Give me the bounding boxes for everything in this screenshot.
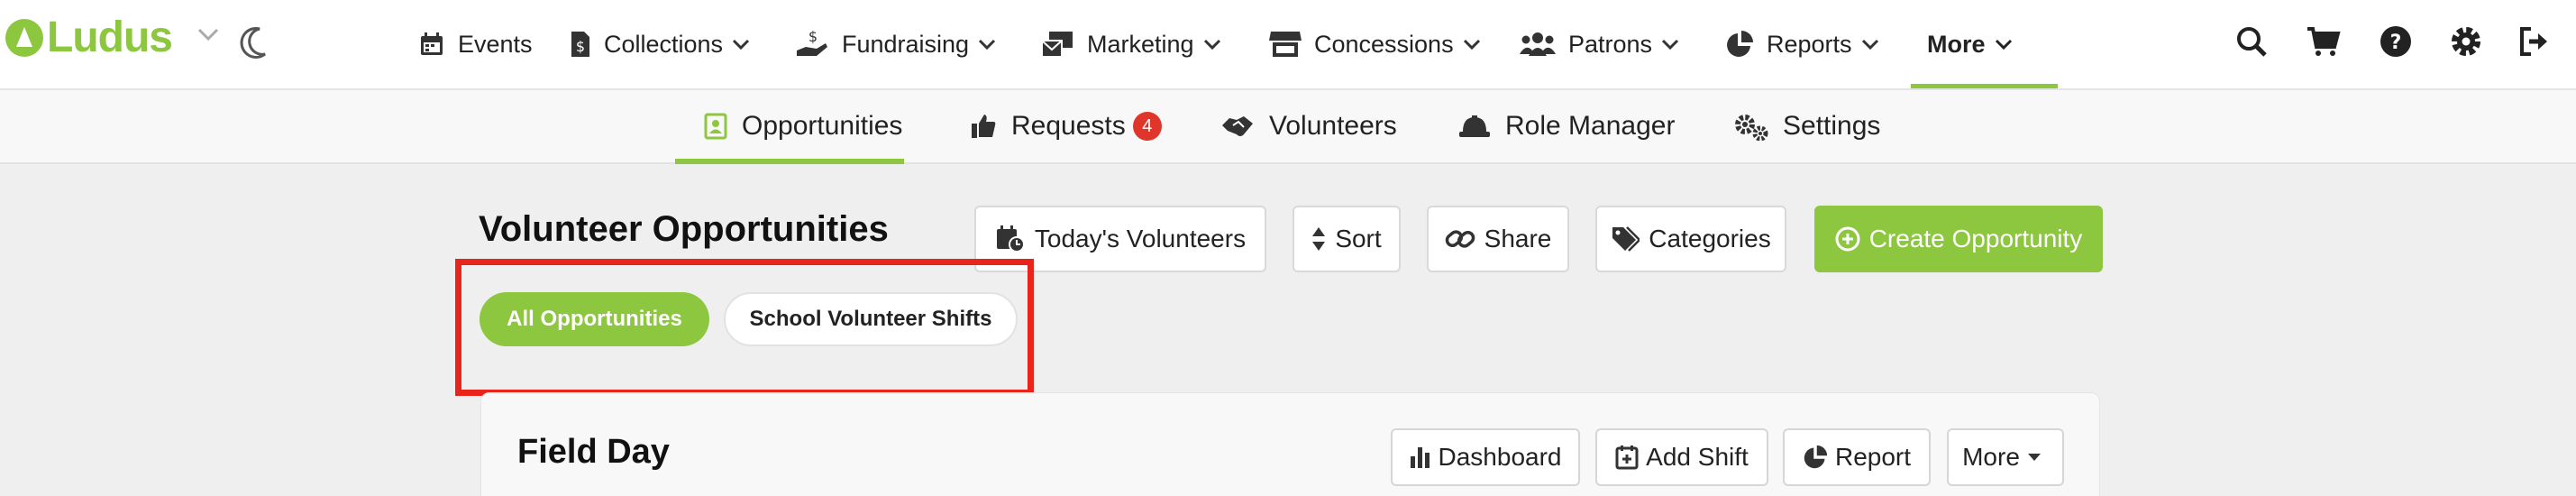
chevron-down-icon [733, 39, 750, 51]
add-shift-button[interactable]: Add Shift [1595, 428, 1768, 486]
tab-volunteers-label: Volunteers [1269, 111, 1397, 141]
chevron-down-icon [1203, 39, 1220, 51]
tab-settings[interactable]: Settings [1734, 90, 1880, 162]
chevron-down-icon [1995, 39, 2012, 51]
pie-chart-icon [1804, 445, 1828, 469]
tab-opportunities-label: Opportunities [742, 111, 903, 141]
thumbs-up-icon [972, 115, 996, 138]
tab-opportunities[interactable]: Opportunities [674, 90, 905, 164]
svg-text:?: ? [2390, 32, 2402, 54]
dashboard-label: Dashboard [1438, 443, 1562, 471]
chevron-down-icon [1662, 39, 1679, 51]
more-actions-label: More [1962, 443, 2020, 471]
calendar-plus-icon [1615, 445, 1639, 470]
nav-marketing-label: Marketing [1087, 30, 1194, 58]
tab-requests-label: Requests [1011, 111, 1126, 141]
add-shift-label: Add Shift [1646, 443, 1749, 471]
calendar-clock-icon [996, 225, 1025, 253]
nav-concessions[interactable]: Concessions [1269, 0, 1481, 88]
nav-events-label: Events [458, 30, 533, 58]
calendar-icon [421, 32, 443, 55]
dashboard-button[interactable]: Dashboard [1391, 428, 1580, 486]
tab-role-manager-label: Role Manager [1505, 111, 1676, 141]
sub-navigation: Opportunities Requests 4 Volunteers Role… [0, 90, 2576, 164]
store-icon [1269, 32, 1302, 57]
share-label: Share [1484, 225, 1552, 253]
sort-button[interactable]: Sort [1293, 206, 1401, 272]
hard-hat-icon [1459, 115, 1490, 137]
chevron-down-icon [1463, 39, 1480, 51]
caret-down-icon [2027, 454, 2041, 461]
nav-reports-label: Reports [1767, 30, 1852, 58]
ludus-logo[interactable]: Ludus [5, 14, 173, 61]
categories-button[interactable]: Categories [1595, 206, 1786, 272]
nav-events[interactable]: Events [418, 0, 533, 88]
svg-text:$: $ [576, 38, 585, 55]
gear-icon[interactable] [2450, 25, 2482, 58]
ludus-logo-icon [5, 19, 43, 57]
nav-fundraising-label: Fundraising [842, 30, 970, 58]
opportunity-title: Field Day [517, 433, 670, 471]
donation-hand-icon: $ [797, 29, 827, 56]
nav-collections[interactable]: $ Collections [570, 0, 750, 88]
categories-label: Categories [1649, 225, 1771, 253]
brand-name: Ludus [47, 14, 173, 61]
tab-settings-label: Settings [1783, 111, 1881, 141]
link-icon [1445, 230, 1475, 248]
nav-more[interactable]: More [1911, 0, 2057, 88]
nav-concessions-label: Concessions [1314, 30, 1454, 58]
requests-count-badge: 4 [1132, 112, 1162, 141]
nav-patrons-label: Patrons [1568, 30, 1653, 58]
plus-circle-icon [1835, 226, 1860, 252]
more-actions-button[interactable]: More [1947, 428, 2064, 486]
highlight-box [455, 259, 1034, 396]
svg-text:$: $ [808, 29, 818, 45]
users-icon [1520, 32, 1556, 56]
search-icon[interactable] [2235, 25, 2268, 58]
nav-marketing[interactable]: Marketing [1040, 0, 1221, 88]
top-navigation: Ludus Events $ Collections $ Fundraising… [0, 0, 2576, 90]
nav-collections-label: Collections [604, 30, 724, 58]
report-button[interactable]: Report [1783, 428, 1931, 486]
report-label: Report [1834, 443, 1912, 471]
create-opportunity-button[interactable]: Create Opportunity [1814, 206, 2103, 272]
bar-chart-icon [1410, 447, 1430, 468]
tab-requests[interactable]: Requests 4 [970, 90, 1162, 162]
nav-reports[interactable]: Reports [1725, 0, 1879, 88]
nav-patrons[interactable]: Patrons [1520, 0, 1679, 88]
sort-icon [1312, 227, 1326, 251]
todays-volunteers-label: Today's Volunteers [1034, 225, 1247, 253]
chevron-down-icon[interactable] [196, 27, 220, 43]
mail-bulk-icon [1041, 32, 1073, 58]
tags-icon [1612, 226, 1640, 252]
page-title: Volunteer Opportunities [479, 209, 889, 249]
sign-out-icon[interactable] [2518, 25, 2553, 58]
money-file-icon: $ [571, 32, 589, 57]
help-icon[interactable]: ? [2380, 25, 2412, 58]
chevron-down-icon [1861, 39, 1878, 51]
nav-more-label: More [1927, 30, 1986, 58]
create-opportunity-label: Create Opportunity [1868, 225, 2083, 253]
tab-volunteers[interactable]: Volunteers [1220, 90, 1397, 162]
moon-icon[interactable] [238, 25, 269, 61]
tab-role-manager[interactable]: Role Manager [1458, 90, 1675, 162]
share-button[interactable]: Share [1427, 206, 1569, 272]
cart-icon[interactable] [2306, 25, 2342, 58]
handshake-icon [1222, 116, 1253, 136]
chevron-down-icon [979, 39, 996, 51]
nav-fundraising[interactable]: $ Fundraising [795, 0, 996, 88]
sort-label: Sort [1335, 225, 1382, 253]
contact-card-icon [704, 113, 727, 140]
gears-icon [1735, 115, 1768, 141]
pie-chart-icon [1727, 31, 1753, 57]
